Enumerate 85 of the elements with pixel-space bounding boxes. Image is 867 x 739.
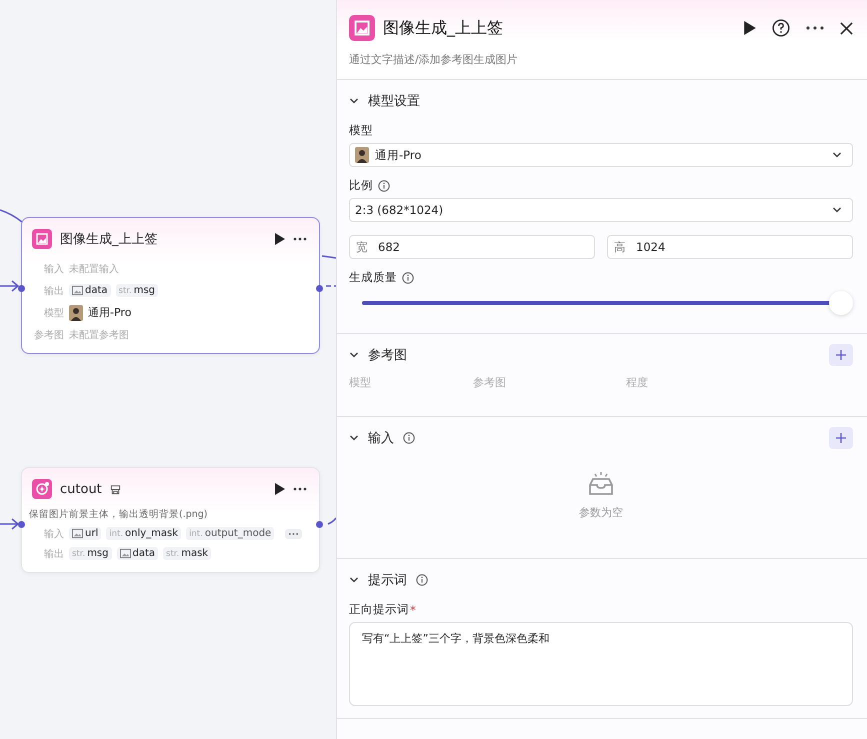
image-icon: [72, 528, 83, 539]
image-icon: [72, 285, 83, 296]
model-name: 通用-Pro: [88, 305, 132, 320]
section-title[interactable]: 参考图: [368, 346, 407, 364]
chevron-icon[interactable]: [832, 150, 842, 160]
prompt-field[interactable]: 写有“上上签”三个字，背景色深色柔和: [349, 622, 853, 706]
info-icon[interactable]: [402, 272, 414, 284]
more-icon[interactable]: [806, 26, 824, 30]
panel-description: 通过文字描述/添加参考图生成图片: [349, 52, 519, 67]
row-label: 输入: [43, 262, 64, 276]
avatar-icon: [69, 304, 83, 320]
add-button[interactable]: [829, 344, 853, 366]
info-icon[interactable]: [378, 180, 390, 192]
column-header: 模型: [349, 375, 372, 390]
plus-icon: [836, 433, 846, 443]
param-tag: str. mask: [163, 547, 212, 560]
model-select[interactable]: 通用-Pro: [349, 143, 853, 167]
param-tag: int. output_mode: [186, 527, 274, 540]
column-header: 参考图: [473, 375, 507, 390]
more-icon: [288, 532, 300, 536]
connector-arrow: [0, 518, 20, 530]
chevron-icon[interactable]: [349, 433, 359, 443]
info-icon[interactable]: [403, 432, 415, 444]
row-label: 参考图: [33, 328, 64, 342]
add-button[interactable]: [829, 427, 853, 449]
play-icon[interactable]: [275, 483, 285, 495]
node-title: 图像生成_上上签: [60, 231, 158, 248]
empty-box-icon: [587, 471, 615, 497]
panel-title: 图像生成_上上签: [383, 18, 503, 38]
row-label: 模型: [43, 306, 64, 320]
close-icon[interactable]: [840, 22, 853, 34]
info-icon[interactable]: [416, 574, 428, 586]
height-field[interactable]: 高 1024: [607, 235, 853, 259]
width-field[interactable]: 宽 682: [349, 235, 595, 259]
play-icon[interactable]: [275, 233, 285, 245]
node-description: 保留图片前景主体，输出透明背景(.png): [29, 508, 209, 521]
more-icon[interactable]: [293, 237, 307, 241]
image-icon: [120, 548, 130, 559]
port-dot[interactable]: [18, 521, 25, 528]
more-button[interactable]: [285, 528, 302, 538]
port-dot[interactable]: [316, 521, 323, 528]
image-icon: [349, 15, 375, 41]
param-tag: data: [69, 284, 111, 297]
param-tag: str. msg: [69, 547, 112, 560]
param-tag: url: [69, 527, 102, 540]
chevron-icon[interactable]: [832, 205, 842, 215]
ratio-select[interactable]: 2:3 (682*1024): [349, 198, 853, 222]
row-value: 未配置参考图: [69, 328, 129, 342]
row-label: 输出: [43, 548, 64, 560]
row-value: 未配置输入: [69, 262, 119, 276]
play-icon[interactable]: [744, 21, 756, 35]
chevron-icon[interactable]: [349, 96, 359, 106]
field-label: 生成质量: [349, 270, 397, 285]
avatar-icon: [355, 147, 369, 163]
port-dot[interactable]: [316, 285, 323, 292]
node-card[interactable]: 图像生成_上上签 输入 未配置输入 输出 data str. msg 模型 通用-Pro 参考图 未配置参考图: [21, 217, 320, 354]
param-tag: int. only_mask: [106, 527, 182, 540]
more-icon[interactable]: [293, 487, 307, 491]
sparkle-image-icon: [32, 479, 52, 499]
row-label: 输出: [43, 284, 64, 298]
chevron-icon[interactable]: [349, 350, 359, 360]
connector-line: [0, 209, 22, 223]
field-label: 模型: [349, 123, 374, 138]
connector-arrow: [0, 280, 20, 292]
chevron-icon[interactable]: [349, 575, 359, 585]
section-title[interactable]: 输入: [368, 429, 394, 447]
required-mark: *: [410, 602, 416, 616]
field-label: 正向提示词: [349, 602, 409, 617]
param-tag: str. msg: [116, 284, 158, 297]
connector-line: [328, 518, 336, 525]
node-title: cutout: [60, 482, 102, 496]
connector-line: [322, 255, 336, 259]
plus-icon: [836, 350, 846, 360]
empty-message: 参数为空: [579, 505, 623, 520]
section-title[interactable]: 模型设置: [368, 92, 420, 110]
port-dot[interactable]: [18, 285, 25, 292]
help-icon[interactable]: [772, 19, 790, 37]
connector-line: [326, 285, 336, 287]
section-title[interactable]: 提示词: [368, 571, 407, 589]
param-tag: data: [116, 547, 158, 560]
image-icon: [32, 229, 52, 249]
row-label: 输入: [43, 528, 64, 540]
field-label: 比例: [349, 178, 373, 193]
node-card[interactable]: cutout 保留图片前景主体，输出透明背景(.png) 输入 url int. only_mask int. output_mode 输出 str. msg data str. mask: [21, 467, 320, 573]
column-header: 程度: [626, 375, 648, 390]
